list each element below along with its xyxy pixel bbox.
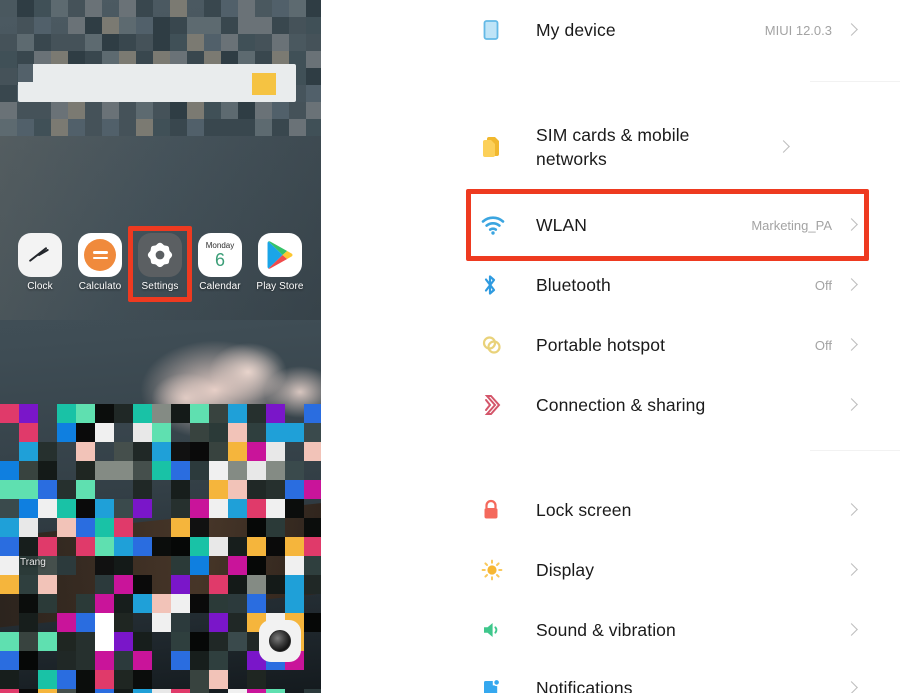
app-calendar[interactable]: Monday 6 Calendar: [189, 233, 251, 292]
settings-row-title: Sound & vibration: [536, 620, 676, 640]
calendar-day-number: 6: [214, 249, 225, 270]
settings-row-title: Notifications: [536, 678, 633, 693]
search-bar-widget[interactable]: [18, 64, 296, 102]
settings-divider: [810, 450, 900, 451]
camera-icon[interactable]: [259, 620, 301, 662]
settings-row-title: Display: [536, 560, 595, 580]
screenshot-root: Clock Calculato Settings Monday 6 Calend…: [0, 0, 900, 693]
settings-row-my-device[interactable]: My device MIUI 12.0.3: [321, 10, 900, 50]
settings-row-sim-cards[interactable]: SIM cards & mobile networks: [321, 118, 900, 176]
settings-row-title: Bluetooth: [536, 275, 611, 295]
calendar-day-name: Monday: [205, 240, 235, 250]
settings-row-display[interactable]: Display: [321, 550, 900, 590]
settings-row-value: Off: [814, 337, 832, 353]
settings-row-portable-hotspot[interactable]: Portable hotspot Off: [321, 325, 900, 365]
chevron-right-icon: [846, 219, 858, 231]
app-label-calendar: Calendar: [199, 281, 241, 292]
settings-row-bluetooth[interactable]: Bluetooth Off: [321, 265, 900, 305]
chevron-right-icon: [846, 504, 858, 516]
bluetooth-icon: [480, 265, 536, 305]
app-label-play-store: Play Store: [256, 281, 304, 292]
settings-list: My device MIUI 12.0.3 SIM cards & mobile…: [321, 0, 900, 693]
app-clock[interactable]: Clock: [9, 233, 71, 292]
chevron-right-icon: [846, 624, 858, 636]
settings-row-title: Portable hotspot: [536, 335, 666, 355]
chevron-right-icon: [846, 279, 858, 291]
camera-lens: [269, 630, 291, 652]
settings-row-title: Connection & sharing: [536, 395, 706, 415]
settings-divider: [810, 81, 900, 82]
chevron-right-icon: [846, 564, 858, 576]
settings-row-value: Off: [814, 277, 832, 293]
settings-row-title: Lock screen: [536, 500, 632, 520]
app-label-calculator: Calculato: [78, 281, 122, 292]
app-play-store[interactable]: Play Store: [249, 233, 311, 292]
settings-row-title: My device: [536, 20, 616, 40]
device-phone-icon: [480, 10, 536, 50]
hotspot-icon: [480, 325, 536, 365]
wifi-icon: [480, 205, 536, 245]
calendar-icon: Monday 6: [198, 233, 242, 277]
settings-row-sound-vibration[interactable]: Sound & vibration: [321, 610, 900, 650]
lock-icon: [480, 490, 536, 530]
settings-row-title: SIM cards & mobile networks: [536, 125, 690, 169]
sim-card-icon: [480, 127, 536, 167]
app-label-clock: Clock: [27, 281, 53, 292]
phone-home-screen: Clock Calculato Settings Monday 6 Calend…: [0, 0, 321, 693]
notification-badge-icon: [480, 668, 536, 693]
settings-row-value: Marketing_PA: [751, 217, 832, 233]
settings-row-wlan[interactable]: WLAN Marketing_PA: [321, 205, 900, 245]
chevron-right-icon: [846, 339, 858, 351]
chevron-right-icon: [846, 399, 858, 411]
chevron-right-icon: [778, 141, 790, 153]
settings-row-connection-sharing[interactable]: Connection & sharing: [321, 385, 900, 425]
calculator-icon: [78, 233, 122, 277]
connection-sharing-icon: [480, 385, 536, 425]
chevron-right-icon: [846, 682, 858, 693]
settings-highlight-box: [128, 226, 192, 302]
speaker-volume-icon: [480, 610, 536, 650]
search-widget-accent-tile: [252, 73, 276, 95]
clock-icon: [18, 233, 62, 277]
settings-row-value: MIUI 12.0.3: [764, 22, 832, 38]
settings-row-title: WLAN: [536, 215, 587, 235]
app-calculator[interactable]: Calculato: [69, 233, 131, 292]
settings-row-notifications[interactable]: Notifications: [321, 668, 900, 693]
play-store-icon: [258, 233, 302, 277]
search-widget-notch: [18, 64, 33, 82]
settings-row-lock-screen[interactable]: Lock screen: [321, 490, 900, 530]
partial-app-label: Trang: [20, 557, 46, 568]
brightness-sun-icon: [480, 550, 536, 590]
chevron-right-icon: [846, 24, 858, 36]
